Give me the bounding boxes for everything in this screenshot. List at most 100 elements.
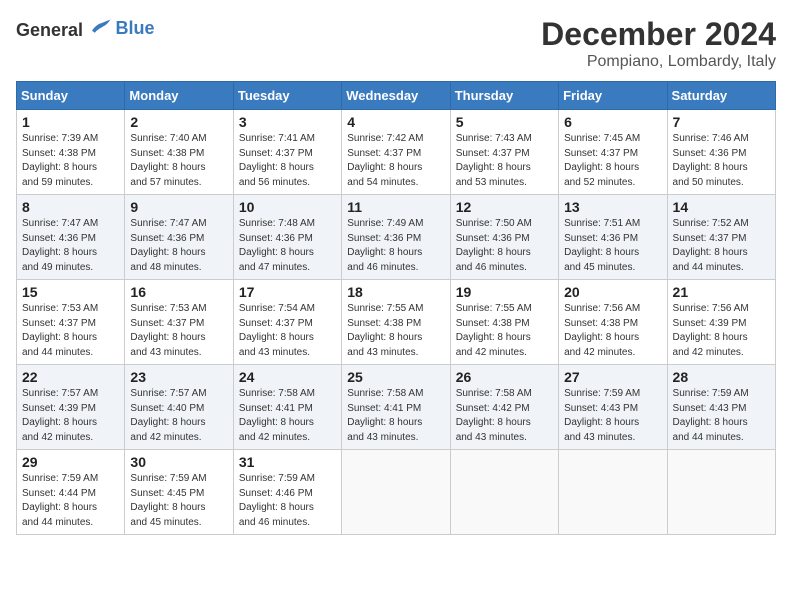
calendar-cell: [559, 450, 667, 535]
calendar-cell: 4Sunrise: 7:42 AMSunset: 4:37 PMDaylight…: [342, 110, 450, 195]
day-info: Sunrise: 7:43 AMSunset: 4:37 PMDaylight:…: [456, 132, 553, 190]
day-info: Sunrise: 7:55 AMSunset: 4:38 PMDaylight:…: [347, 302, 444, 360]
day-number: 17: [239, 284, 336, 300]
calendar-week-row: 8 Sunrise: 7:47 AMSunset: 4:36 PMDaylight…: [17, 195, 776, 280]
day-info: Sunrise: 7:58 AMSunset: 4:41 PMDaylight:…: [347, 387, 444, 445]
calendar-cell: [450, 450, 558, 535]
calendar-cell: 5Sunrise: 7:43 AMSunset: 4:37 PMDaylight…: [450, 110, 558, 195]
day-number: 12: [456, 199, 553, 215]
day-info: Sunrise: 7:56 AMSunset: 4:38 PMDaylight:…: [564, 302, 661, 360]
day-info: Sunrise: 7:59 AMSunset: 4:43 PMDaylight:…: [673, 387, 770, 445]
calendar-week-row: 1 Sunrise: 7:39 AMSunset: 4:38 PMDaylight…: [17, 110, 776, 195]
calendar-cell: 11Sunrise: 7:49 AMSunset: 4:36 PMDayligh…: [342, 195, 450, 280]
day-info: Sunrise: 7:50 AMSunset: 4:36 PMDaylight:…: [456, 217, 553, 275]
calendar-cell: 6 Sunrise: 7:45 AMSunset: 4:37 PMDaylight…: [559, 110, 667, 195]
calendar-cell: 30 Sunrise: 7:59 AMSunset: 4:45 PMDayligh…: [125, 450, 233, 535]
day-info: Sunrise: 7:47 AMSunset: 4:36 PMDaylight:…: [22, 217, 119, 275]
day-info: Sunrise: 7:39 AMSunset: 4:38 PMDaylight:…: [22, 132, 119, 190]
day-number: 22: [22, 369, 119, 385]
day-info: Sunrise: 7:47 AMSunset: 4:36 PMDaylight:…: [130, 217, 227, 275]
calendar-cell: 29 Sunrise: 7:59 AMSunset: 4:44 PMDayligh…: [17, 450, 125, 535]
calendar-table: SundayMondayTuesdayWednesdayThursdayFrid…: [16, 81, 776, 535]
day-number: 18: [347, 284, 444, 300]
day-number: 21: [673, 284, 770, 300]
calendar-cell: 17 Sunrise: 7:54 AMSunset: 4:37 PMDayligh…: [233, 280, 341, 365]
calendar-cell: 18 Sunrise: 7:55 AMSunset: 4:38 PMDayligh…: [342, 280, 450, 365]
calendar-cell: 28 Sunrise: 7:59 AMSunset: 4:43 PMDayligh…: [667, 365, 775, 450]
day-number: 27: [564, 369, 661, 385]
day-info: Sunrise: 7:54 AMSunset: 4:37 PMDaylight:…: [239, 302, 336, 360]
day-number: 4: [347, 114, 444, 130]
calendar-cell: 1 Sunrise: 7:39 AMSunset: 4:38 PMDaylight…: [17, 110, 125, 195]
day-number: 14: [673, 199, 770, 215]
calendar-header-sunday: Sunday: [17, 82, 125, 110]
day-info: Sunrise: 7:58 AMSunset: 4:41 PMDaylight:…: [239, 387, 336, 445]
day-number: 29: [22, 454, 119, 470]
day-info: Sunrise: 7:57 AMSunset: 4:40 PMDaylight:…: [130, 387, 227, 445]
calendar-week-row: 29 Sunrise: 7:59 AMSunset: 4:44 PMDayligh…: [17, 450, 776, 535]
day-number: 10: [239, 199, 336, 215]
calendar-week-row: 22 Sunrise: 7:57 AMSunset: 4:39 PMDayligh…: [17, 365, 776, 450]
day-number: 30: [130, 454, 227, 470]
day-info: Sunrise: 7:56 AMSunset: 4:39 PMDaylight:…: [673, 302, 770, 360]
day-info: Sunrise: 7:45 AMSunset: 4:37 PMDaylight:…: [564, 132, 661, 190]
day-info: Sunrise: 7:59 AMSunset: 4:44 PMDaylight:…: [22, 472, 119, 530]
day-number: 28: [673, 369, 770, 385]
logo-blue-text: Blue: [116, 18, 155, 39]
day-number: 9: [130, 199, 227, 215]
calendar-cell: 21 Sunrise: 7:56 AMSunset: 4:39 PMDayligh…: [667, 280, 775, 365]
day-info: Sunrise: 7:48 AMSunset: 4:36 PMDaylight:…: [239, 217, 336, 275]
day-number: 23: [130, 369, 227, 385]
day-info: Sunrise: 7:59 AMSunset: 4:43 PMDaylight:…: [564, 387, 661, 445]
day-info: Sunrise: 7:55 AMSunset: 4:38 PMDaylight:…: [456, 302, 553, 360]
day-info: Sunrise: 7:41 AMSunset: 4:37 PMDaylight:…: [239, 132, 336, 190]
calendar-header-row: SundayMondayTuesdayWednesdayThursdayFrid…: [17, 82, 776, 110]
day-info: Sunrise: 7:53 AMSunset: 4:37 PMDaylight:…: [22, 302, 119, 360]
day-info: Sunrise: 7:52 AMSunset: 4:37 PMDaylight:…: [673, 217, 770, 275]
calendar-header-friday: Friday: [559, 82, 667, 110]
calendar-cell: 26Sunrise: 7:58 AMSunset: 4:42 PMDayligh…: [450, 365, 558, 450]
day-info: Sunrise: 7:46 AMSunset: 4:36 PMDaylight:…: [673, 132, 770, 190]
day-number: 1: [22, 114, 119, 130]
calendar-cell: 10 Sunrise: 7:48 AMSunset: 4:36 PMDayligh…: [233, 195, 341, 280]
calendar-week-row: 15 Sunrise: 7:53 AMSunset: 4:37 PMDayligh…: [17, 280, 776, 365]
calendar-cell: 8 Sunrise: 7:47 AMSunset: 4:36 PMDaylight…: [17, 195, 125, 280]
calendar-cell: 23 Sunrise: 7:57 AMSunset: 4:40 PMDayligh…: [125, 365, 233, 450]
title-area: December 2024 Pompiano, Lombardy, Italy: [541, 16, 776, 71]
header: General Blue December 2024 Pompiano, Lom…: [16, 16, 776, 71]
day-number: 7: [673, 114, 770, 130]
calendar-cell: 13Sunrise: 7:51 AMSunset: 4:36 PMDayligh…: [559, 195, 667, 280]
day-number: 3: [239, 114, 336, 130]
calendar-cell: 2Sunrise: 7:40 AMSunset: 4:38 PMDaylight…: [125, 110, 233, 195]
calendar-header-thursday: Thursday: [450, 82, 558, 110]
day-number: 6: [564, 114, 661, 130]
day-number: 13: [564, 199, 661, 215]
day-number: 2: [130, 114, 227, 130]
day-info: Sunrise: 7:59 AMSunset: 4:45 PMDaylight:…: [130, 472, 227, 530]
logo-bird-icon: [88, 16, 112, 36]
calendar-header-saturday: Saturday: [667, 82, 775, 110]
day-number: 8: [22, 199, 119, 215]
calendar-cell: 12 Sunrise: 7:50 AMSunset: 4:36 PMDayligh…: [450, 195, 558, 280]
calendar-cell: 22 Sunrise: 7:57 AMSunset: 4:39 PMDayligh…: [17, 365, 125, 450]
calendar-cell: [342, 450, 450, 535]
calendar-cell: 3 Sunrise: 7:41 AMSunset: 4:37 PMDaylight…: [233, 110, 341, 195]
day-number: 31: [239, 454, 336, 470]
day-number: 19: [456, 284, 553, 300]
day-info: Sunrise: 7:57 AMSunset: 4:39 PMDaylight:…: [22, 387, 119, 445]
logo-general-text: General: [16, 20, 83, 40]
day-number: 25: [347, 369, 444, 385]
location-title: Pompiano, Lombardy, Italy: [541, 53, 776, 71]
calendar-cell: 20 Sunrise: 7:56 AMSunset: 4:38 PMDayligh…: [559, 280, 667, 365]
day-info: Sunrise: 7:49 AMSunset: 4:36 PMDaylight:…: [347, 217, 444, 275]
calendar-cell: 7 Sunrise: 7:46 AMSunset: 4:36 PMDaylight…: [667, 110, 775, 195]
day-number: 24: [239, 369, 336, 385]
calendar-cell: 31Sunrise: 7:59 AMSunset: 4:46 PMDayligh…: [233, 450, 341, 535]
calendar-cell: 16Sunrise: 7:53 AMSunset: 4:37 PMDayligh…: [125, 280, 233, 365]
day-number: 20: [564, 284, 661, 300]
calendar-cell: 24 Sunrise: 7:58 AMSunset: 4:41 PMDayligh…: [233, 365, 341, 450]
day-number: 15: [22, 284, 119, 300]
calendar-header-wednesday: Wednesday: [342, 82, 450, 110]
calendar-cell: 14 Sunrise: 7:52 AMSunset: 4:37 PMDayligh…: [667, 195, 775, 280]
calendar-cell: 27 Sunrise: 7:59 AMSunset: 4:43 PMDayligh…: [559, 365, 667, 450]
